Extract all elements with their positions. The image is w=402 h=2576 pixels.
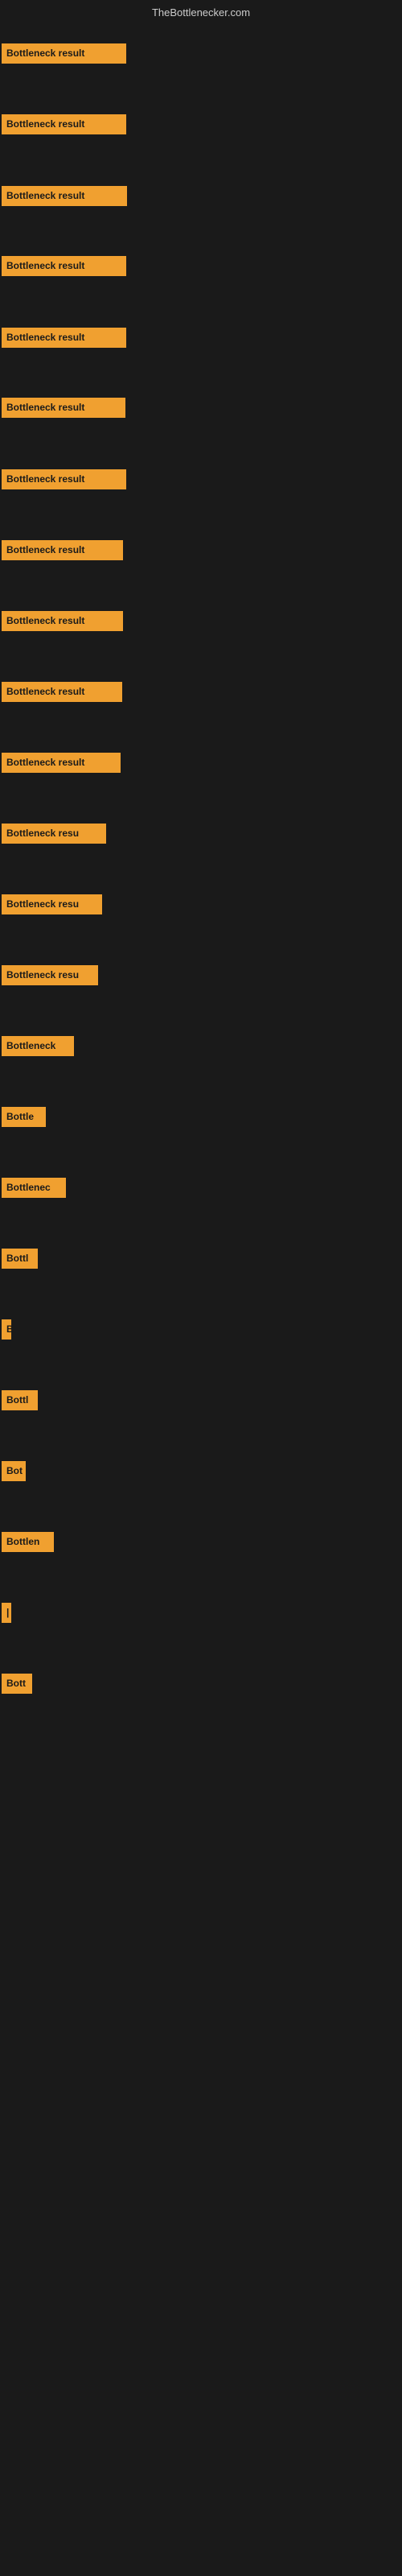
bottleneck-bar: Bottleneck result	[2, 186, 127, 206]
bottleneck-bar: Bottleneck result	[2, 114, 126, 134]
site-header: TheBottlenecker.com	[0, 0, 402, 22]
bottleneck-bar: Bottl	[2, 1390, 38, 1410]
bottleneck-bar: Bottlen	[2, 1532, 54, 1552]
bottleneck-bar: Bot	[2, 1461, 26, 1481]
bottleneck-bar: Bottleneck resu	[2, 894, 102, 914]
bottleneck-bar: Bottleneck result	[2, 328, 126, 348]
bottleneck-bar: Bottle	[2, 1107, 46, 1127]
bottleneck-bar: Bott	[2, 1674, 32, 1694]
bottleneck-bar: B	[2, 1319, 11, 1340]
bottleneck-bar: Bottleneck result	[2, 540, 123, 560]
bottleneck-bar: Bottleneck result	[2, 256, 126, 276]
bottleneck-bar: Bottleneck	[2, 1036, 74, 1056]
bottleneck-bar: Bottleneck result	[2, 753, 121, 773]
bottleneck-bar: Bottleneck resu	[2, 824, 106, 844]
bottleneck-bar: |	[2, 1603, 11, 1623]
bottleneck-bar: Bottleneck resu	[2, 965, 98, 985]
bottleneck-bar: Bottlenec	[2, 1178, 66, 1198]
bottleneck-bar: Bottleneck result	[2, 469, 126, 489]
bottleneck-bar: Bottleneck result	[2, 682, 122, 702]
bottleneck-bar: Bottleneck result	[2, 43, 126, 64]
bottleneck-bar: Bottleneck result	[2, 398, 125, 418]
bottleneck-bar: Bottleneck result	[2, 611, 123, 631]
bottleneck-bar: Bottl	[2, 1249, 38, 1269]
